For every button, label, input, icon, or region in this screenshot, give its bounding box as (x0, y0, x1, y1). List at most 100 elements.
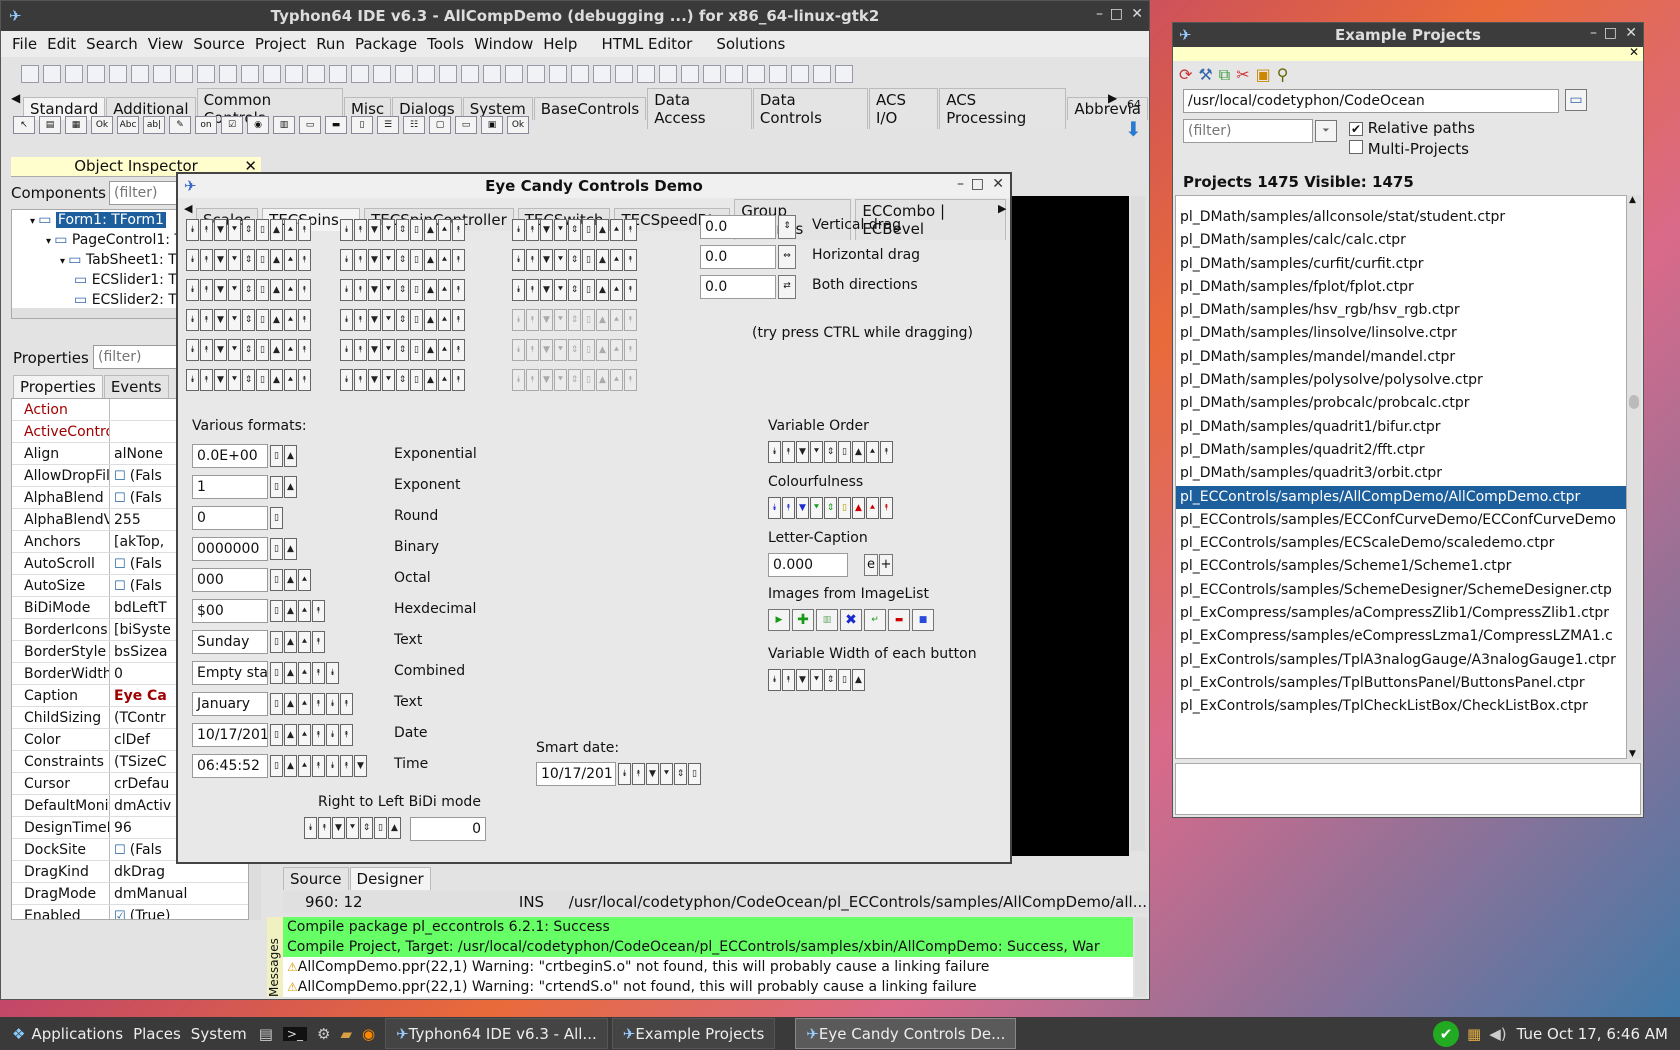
spin-arrow-icon[interactable]: ⯆ (554, 279, 567, 301)
firefox-icon[interactable]: ◉ (362, 1025, 375, 1043)
spin-arrow-icon[interactable]: ▼ (214, 279, 227, 301)
file-manager-icon[interactable]: ▤ (259, 1025, 273, 1043)
toolbar-button-icon[interactable] (87, 65, 105, 83)
spin-arrow-icon[interactable]: ▼ (214, 249, 227, 271)
toolbar-button-icon[interactable] (549, 65, 567, 83)
toolbar-button-icon[interactable] (791, 65, 809, 83)
project-list-item[interactable]: pl_DMath/samples/allconsole/stat/student… (1176, 206, 1626, 229)
spin-arrow-icon[interactable]: ⯭ (200, 219, 213, 241)
toolbar-button-icon[interactable] (285, 65, 303, 83)
toolbar-button-icon[interactable] (747, 65, 765, 83)
spin-arrow-icon[interactable]: ⯭ (312, 631, 325, 653)
inspector-tab[interactable]: Properties (13, 375, 103, 398)
examples-close-icon[interactable]: ✕ (1625, 25, 1637, 41)
project-list-item[interactable]: pl_ECControls/samples/Scheme1/Scheme1.ct… (1176, 555, 1626, 578)
spin-arrow-icon[interactable]: ▲ (284, 538, 297, 560)
spin-arrow-icon[interactable]: ⯆ (228, 339, 241, 361)
demo-close-icon[interactable]: ✕ (992, 176, 1004, 192)
project-list-item[interactable]: pl_DMath/samples/calc/calc.ctpr (1176, 229, 1626, 252)
inspector-tab[interactable]: Events (103, 375, 169, 398)
spin-button-strip[interactable]: ⯯ ⯭ ▼ ⯆ ⇕ ▯ ▲ ⯅ ⯭ (512, 219, 637, 241)
spin-arrow-icon[interactable]: ⯆ (810, 669, 823, 691)
spin-arrow-icon[interactable]: ⯅ (284, 309, 297, 331)
spin-arrow-icon[interactable]: ⯯ (340, 309, 353, 331)
format-spin-buttons[interactable]: ▯ ▲ (270, 445, 297, 467)
spin-arrow-icon[interactable]: ▲ (596, 249, 609, 271)
spin-arrow-icon[interactable]: ▯ (582, 339, 595, 361)
spin-button-strip[interactable]: ⯯ ⯭ ▼ ⯆ ⇕ ▯ ▲ ⯅ ⯭ (186, 309, 311, 331)
spin-arrow-icon[interactable]: ▼ (214, 219, 227, 241)
palette-component-icon[interactable]: ▢ (429, 116, 451, 134)
spin-button-strip[interactable]: ⯯ ⯭ ▼ ⯆ ⇕ ▯ ▲ ⯅ ⯭ (340, 309, 465, 331)
drag-value-field[interactable]: 0.0 (700, 215, 776, 239)
spin-arrow-icon[interactable]: ⯭ (200, 309, 213, 331)
menu-item[interactable]: Search (85, 35, 139, 53)
spin-arrow-icon[interactable]: ▯ (256, 339, 269, 361)
format-value-field[interactable]: 0000000 (192, 537, 268, 561)
toolbar-button-icon[interactable] (307, 65, 325, 83)
project-list-item[interactable]: pl_DMath/samples/quadrit2/fft.ctpr (1176, 439, 1626, 462)
search-tool-icon[interactable]: ⚲ (1277, 65, 1289, 85)
spin-arrow-icon[interactable]: ⯅ (438, 219, 451, 241)
toolbar-button-icon[interactable] (593, 65, 611, 83)
property-checkbox-icon[interactable]: ☐ (114, 469, 130, 484)
spin-arrow-icon[interactable]: ⯅ (298, 662, 311, 684)
toolbar-button-icon[interactable] (571, 65, 589, 83)
examples-titlebar[interactable]: ✈ Example Projects – □ ✕ (1173, 23, 1643, 47)
spin-arrow-icon[interactable]: ⯆ (554, 219, 567, 241)
spin-arrow-icon[interactable]: ▼ (368, 219, 381, 241)
spin-arrow-icon[interactable]: ⯭ (526, 249, 539, 271)
spin-arrow-icon[interactable]: ⯭ (298, 339, 311, 361)
spin-arrow-icon[interactable]: ⇕ (396, 369, 409, 391)
project-list-item[interactable]: pl_ExControls/samples/TplCheckListBox/Ch… (1176, 695, 1626, 718)
spin-arrow-icon[interactable]: ⯅ (438, 369, 451, 391)
spin-arrow-icon[interactable]: ⯭ (624, 369, 637, 391)
toolbar-button-icon[interactable] (153, 65, 171, 83)
taskbar-task[interactable]: ✈ Typhon64 IDE v6.3 - All... (385, 1018, 608, 1049)
spin-arrow-icon[interactable]: ⯭ (526, 279, 539, 301)
project-list-item[interactable]: pl_ECControls/samples/AllCompDemo/AllCom… (1176, 485, 1626, 509)
spin-arrow-icon[interactable]: ⯯ (186, 249, 199, 271)
spin-arrow-icon[interactable]: ⯆ (810, 441, 823, 463)
spin-arrow-icon[interactable]: ⯅ (284, 219, 297, 241)
system-menu[interactable]: System (181, 1025, 247, 1043)
format-spin-buttons[interactable]: ▯ ▲ ⯅ ⯭ (270, 600, 325, 622)
spin-arrow-icon[interactable]: ▲ (424, 249, 437, 271)
spin-arrow-icon[interactable]: ▲ (284, 755, 297, 777)
spin-arrow-icon[interactable]: ⯯ (618, 763, 631, 785)
spin-arrow-icon[interactable]: ⯅ (610, 249, 623, 271)
spin-arrow-icon[interactable]: ⯅ (284, 249, 297, 271)
spin-arrow-icon[interactable]: ⇕ (568, 279, 581, 301)
spin-arrow-icon[interactable]: ▼ (332, 817, 345, 839)
spin-arrow-icon[interactable]: ⯅ (866, 497, 879, 519)
spin-arrow-icon[interactable]: ⯭ (880, 497, 893, 519)
colourfulness-buttons[interactable]: ⯯ ⯭ ▼ ⯆ ⇕ ▯ ▲ ⯅ ⯭ (768, 497, 893, 519)
spin-arrow-icon[interactable]: ⯯ (340, 339, 353, 361)
spin-arrow-icon[interactable]: ⯭ (354, 249, 367, 271)
spin-arrow-icon[interactable]: ⯆ (810, 497, 823, 519)
spin-arrow-icon[interactable]: ▯ (270, 631, 283, 653)
spin-arrow-icon[interactable]: ▲ (424, 219, 437, 241)
spin-arrow-icon[interactable]: ⯭ (452, 219, 465, 241)
palette-component-icon[interactable]: ▣ (481, 116, 503, 134)
format-spin-buttons[interactable]: ▯ ▲ ⯅ (270, 569, 311, 591)
menu-item[interactable]: View (147, 35, 185, 53)
spin-arrow-icon[interactable]: ▼ (646, 763, 659, 785)
palette-component-icon[interactable]: ▭ (299, 116, 321, 134)
spin-arrow-icon[interactable]: ⯯ (186, 219, 199, 241)
spin-arrow-icon[interactable]: ▯ (410, 369, 423, 391)
spin-arrow-icon[interactable]: ▼ (540, 219, 553, 241)
menu-item[interactable]: Solutions (715, 35, 786, 53)
toolbar-button-icon[interactable] (659, 65, 677, 83)
toolbar-button-icon[interactable] (417, 65, 435, 83)
toolbar-button-icon[interactable] (351, 65, 369, 83)
spin-arrow-icon[interactable]: ⯅ (610, 369, 623, 391)
spin-arrow-icon[interactable]: ▯ (270, 476, 283, 498)
spin-arrow-icon[interactable]: ⯭ (354, 369, 367, 391)
spin-button-strip[interactable]: ⯯ ⯭ ▼ ⯆ ⇕ ▯ ▲ ⯅ ⯭ (512, 369, 637, 391)
menu-item[interactable]: Tools (426, 35, 465, 53)
spin-arrow-icon[interactable]: ▯ (270, 693, 283, 715)
editor-tab[interactable]: Designer (349, 867, 431, 890)
settings-icon[interactable]: ⚙ (317, 1025, 330, 1043)
spin-arrow-icon[interactable]: ⇕ (568, 249, 581, 271)
